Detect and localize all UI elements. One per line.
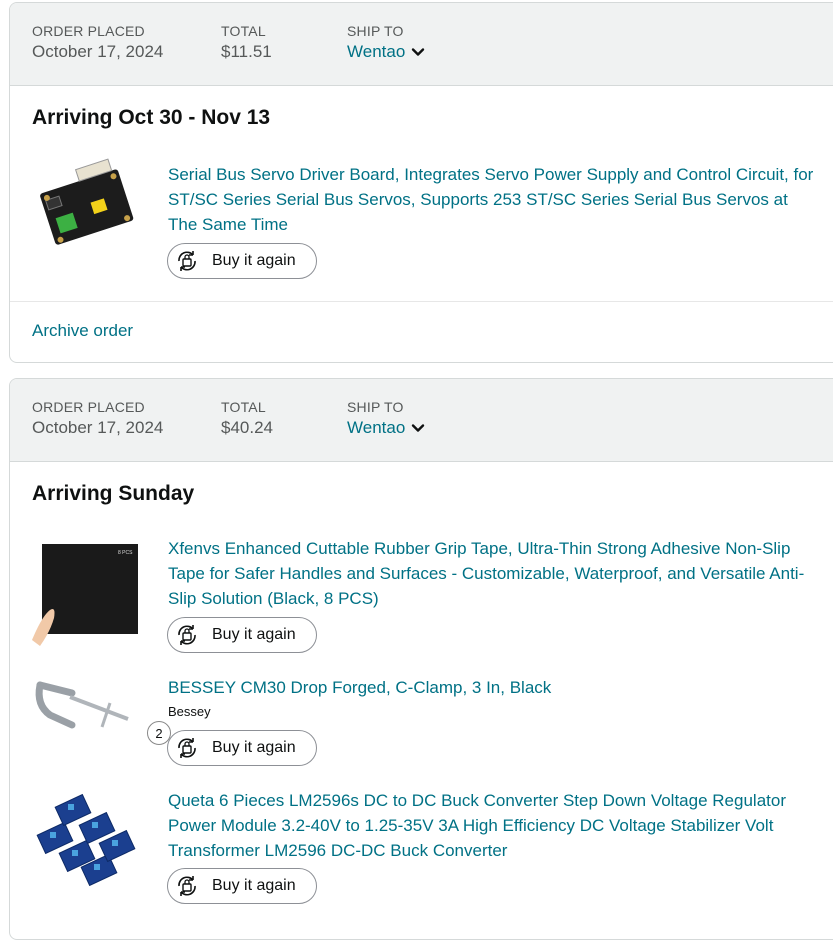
- brand-name: Bessey: [168, 704, 211, 719]
- ship-to-label: SHIP TO: [347, 23, 404, 39]
- divider: [10, 301, 833, 302]
- buy-it-again-label: Buy it again: [212, 877, 296, 894]
- order-card: ORDER PLACED October 17, 2024 TOTAL $40.…: [9, 378, 833, 940]
- buy-again-icon: [178, 738, 196, 758]
- ship-to-dropdown[interactable]: Wentao: [347, 42, 425, 62]
- total-value: $40.24: [221, 418, 273, 437]
- ship-to-label: SHIP TO: [347, 399, 404, 415]
- arriving-status: Arriving Sunday: [32, 482, 195, 505]
- order-card: ORDER PLACED October 17, 2024 TOTAL $11.…: [9, 2, 833, 363]
- buy-it-again-button[interactable]: Buy it again: [167, 730, 317, 766]
- buy-again-icon: [178, 876, 196, 896]
- order-header: ORDER PLACED October 17, 2024 TOTAL $40.…: [10, 379, 833, 462]
- buck-converter-image[interactable]: [32, 788, 142, 888]
- buy-again-icon: [178, 251, 196, 271]
- item-title-link[interactable]: BESSEY CM30 Drop Forged, C-Clamp, 3 In, …: [168, 675, 818, 700]
- order-placed-col: ORDER PLACED October 17, 2024: [32, 399, 163, 438]
- ship-to-name: Wentao: [347, 42, 406, 61]
- archive-order-link[interactable]: Archive order: [32, 321, 133, 341]
- item-title-link[interactable]: Xfenvs Enhanced Cuttable Rubber Grip Tap…: [168, 536, 818, 611]
- item-title-link[interactable]: Serial Bus Servo Driver Board, Integrate…: [168, 162, 818, 237]
- grip-tape-image[interactable]: 8 PCS: [32, 536, 142, 646]
- buy-it-again-label: Buy it again: [212, 252, 296, 269]
- buy-it-again-label: Buy it again: [212, 739, 296, 756]
- total-label: TOTAL: [221, 399, 266, 415]
- total-label: TOTAL: [221, 23, 266, 39]
- item-title-link[interactable]: Queta 6 Pieces LM2596s DC to DC Buck Con…: [168, 788, 818, 863]
- total-value: $11.51: [221, 42, 272, 61]
- servo-driver-board-image[interactable]: [32, 158, 142, 258]
- ship-to-dropdown[interactable]: Wentao: [347, 418, 425, 438]
- ship-to-col: SHIP TO Wentao: [347, 399, 425, 438]
- order-placed-date: October 17, 2024: [32, 42, 164, 61]
- buy-it-again-button[interactable]: Buy it again: [167, 243, 317, 279]
- buy-it-again-button[interactable]: Buy it again: [167, 617, 317, 653]
- total-col: TOTAL $11.51: [221, 23, 272, 62]
- c-clamp-image[interactable]: [32, 675, 142, 755]
- order-placed-col: ORDER PLACED October 17, 2024: [32, 23, 163, 62]
- buy-again-icon: [178, 625, 196, 645]
- chevron-down-icon: [412, 48, 425, 56]
- order-placed-label: ORDER PLACED: [32, 399, 145, 415]
- ship-to-name: Wentao: [347, 418, 406, 437]
- buy-it-again-button[interactable]: Buy it again: [167, 868, 317, 904]
- buy-it-again-label: Buy it again: [212, 626, 296, 643]
- order-header: ORDER PLACED October 17, 2024 TOTAL $11.…: [10, 3, 833, 86]
- total-col: TOTAL $40.24: [221, 399, 273, 438]
- ship-to-col: SHIP TO Wentao: [347, 23, 425, 62]
- pcs-label: 8 PCS: [118, 550, 133, 556]
- chevron-down-icon: [412, 424, 425, 432]
- arriving-status: Arriving Oct 30 - Nov 13: [32, 106, 271, 129]
- order-placed-date: October 17, 2024: [32, 418, 164, 437]
- order-placed-label: ORDER PLACED: [32, 23, 145, 39]
